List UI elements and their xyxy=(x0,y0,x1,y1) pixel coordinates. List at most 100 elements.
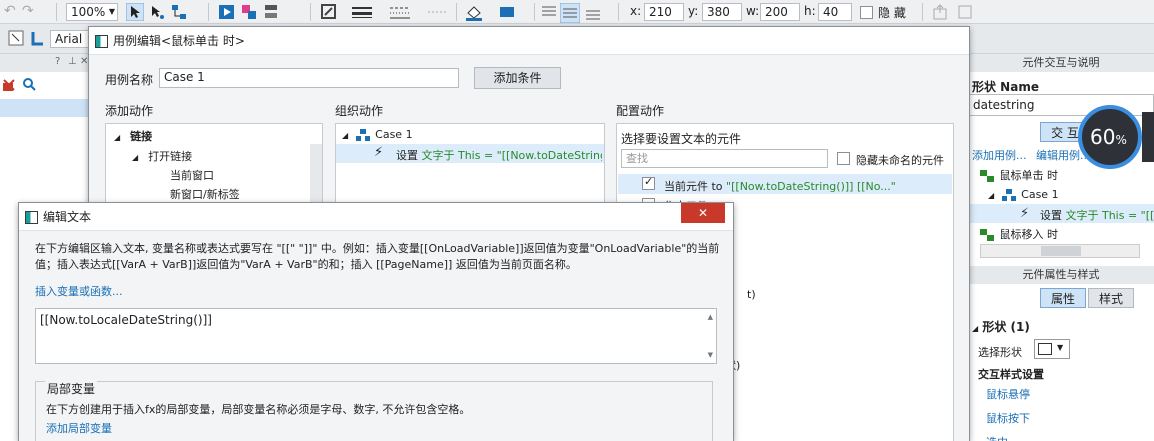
select-mode-icon[interactable] xyxy=(125,2,145,22)
close-button[interactable]: ✕ xyxy=(681,203,725,223)
publish-icon[interactable] xyxy=(240,3,258,21)
add-condition-button[interactable]: 添加条件 xyxy=(474,67,561,89)
right-action-row[interactable]: ⚡ 设置 文字于 This = "[[No xyxy=(968,204,1154,223)
fill-color-icon[interactable] xyxy=(464,3,482,21)
event-click-label: 鼠标单击 时 xyxy=(999,169,1059,182)
style-tab[interactable]: 样式 xyxy=(1088,288,1134,308)
organize-case-row[interactable]: ◢ Case 1 xyxy=(342,128,413,141)
tree-new-window[interactable]: 新窗口/新标签 xyxy=(170,186,240,202)
border-color-icon[interactable] xyxy=(320,3,338,21)
expand-icon: ◢ xyxy=(114,133,121,142)
scroll-up-icon[interactable]: ▲ xyxy=(708,313,713,321)
tree-current-window[interactable]: 当前窗口 xyxy=(170,167,214,183)
align-top-icon[interactable] xyxy=(540,3,558,21)
hover-link[interactable]: 鼠标悬停 xyxy=(986,386,1030,402)
selected-page-row[interactable] xyxy=(0,99,95,117)
scrollbar-thumb[interactable] xyxy=(1041,246,1081,256)
toolbar-separator xyxy=(310,3,311,21)
search-icon[interactable] xyxy=(22,77,36,94)
generate-icon[interactable] xyxy=(262,3,280,21)
w-value: 200 xyxy=(765,5,788,19)
config-action-title: 配置动作 xyxy=(616,104,665,118)
share-icon[interactable] xyxy=(956,3,974,21)
case-name-input[interactable]: Case 1 xyxy=(159,68,459,88)
tree-links[interactable]: ◢ 链接 xyxy=(114,128,152,144)
case-editor-title: 用例编辑<鼠标单击 时> xyxy=(113,34,245,48)
text-edit-icon[interactable] xyxy=(8,30,26,48)
upload-icon[interactable] xyxy=(932,3,950,21)
event-click-row[interactable]: 鼠标单击 时 xyxy=(980,167,1058,183)
scroll-down-icon[interactable]: ▼ xyxy=(708,351,713,359)
properties-tab[interactable]: 属性 xyxy=(1040,288,1086,308)
line-style-icon[interactable] xyxy=(388,3,410,21)
hide-label: 隐 藏 xyxy=(878,6,906,20)
arrow-style-icon[interactable] xyxy=(426,3,446,21)
current-widget-row[interactable]: ✓ 当前元件 to "[[Now.toDateString()]] [[No..… xyxy=(618,174,952,194)
edit-text-instructions: 在下方编辑区输入文本, 变量名称或表达式要写在 "[[" "]]" 中。例如：插… xyxy=(35,242,720,271)
add-case-link[interactable]: 添加用例... xyxy=(972,149,1027,162)
x-input[interactable]: 210 xyxy=(644,3,684,21)
insert-variable-link[interactable]: 插入变量或函数... xyxy=(35,283,123,299)
chevron-down-icon: ▼ xyxy=(108,7,115,16)
shape-section[interactable]: ◢ 形状 (1) xyxy=(972,318,1030,335)
interactions-header: 元件交互与说明 xyxy=(968,54,1154,72)
organize-action-title: 组织动作 xyxy=(335,104,384,118)
y-label: y: xyxy=(688,4,699,18)
line-thickness-icon[interactable] xyxy=(350,3,372,21)
zoom-value: 100% xyxy=(71,5,106,19)
font-family-select[interactable]: Arial xyxy=(50,30,90,48)
align-middle-icon[interactable] xyxy=(559,2,581,24)
event-icon xyxy=(980,170,996,182)
progress-number: 60 xyxy=(1090,125,1116,149)
help-icon[interactable]: ? xyxy=(55,56,60,67)
redo-icon[interactable]: ↷ xyxy=(22,3,40,21)
y-input[interactable]: 380 xyxy=(702,3,742,21)
h-value: 40 xyxy=(823,5,839,19)
delete-icon[interactable] xyxy=(2,78,16,95)
shadow-icon[interactable] xyxy=(498,3,516,21)
zoom-select[interactable]: 100% ▼ xyxy=(66,3,118,21)
undo-icon[interactable]: ↶ xyxy=(4,3,22,21)
pin-icon[interactable]: ⊥ xyxy=(68,56,77,67)
h-input[interactable]: 40 xyxy=(818,3,852,21)
progress-value: 60% xyxy=(1090,125,1127,149)
shape-count: 形状 (1) xyxy=(982,320,1030,334)
hide-checkbox[interactable] xyxy=(860,6,873,19)
mousedown-link[interactable]: 鼠标按下 xyxy=(986,410,1030,426)
tree-open-link[interactable]: ◢ 打开链接 xyxy=(132,148,192,164)
option-fragment-1: t) xyxy=(747,288,756,301)
main-toolbar: ↶ ↷ 100% ▼ x: 210 y: 380 w: 200 h: 40 隐 … xyxy=(0,0,1154,24)
selected-link[interactable]: 选中 xyxy=(986,434,1008,441)
widget-search-input[interactable]: 查找 xyxy=(621,149,828,168)
hide-unnamed-label: 隐藏未命名的元件 xyxy=(856,154,944,167)
shape-name-label: 形状 Name xyxy=(972,80,1039,94)
left-pane-header: ? ⊥ ✕ xyxy=(0,54,95,72)
current-widget-checkbox[interactable]: ✓ xyxy=(642,175,655,190)
add-local-var-link[interactable]: 添加局部变量 xyxy=(46,420,112,436)
progress-badge: 60% xyxy=(1078,105,1142,169)
shape-picker[interactable]: ▼ xyxy=(1034,339,1070,359)
toolbar-separator xyxy=(534,3,535,21)
horizontal-scrollbar[interactable] xyxy=(980,244,1140,258)
event-mouseenter-row[interactable]: 鼠标移入 时 xyxy=(980,226,1058,242)
expand-icon: ◢ xyxy=(972,324,979,333)
align-bottom-icon[interactable] xyxy=(584,3,602,21)
expression-textarea[interactable]: [[Now.toLocaleDateString()]] ▲ ▼ xyxy=(35,308,717,364)
rectangle-shape-icon xyxy=(1038,343,1052,355)
case-links: 添加用例... 编辑用例... xyxy=(972,147,1091,163)
connect-mode-icon[interactable] xyxy=(148,3,166,21)
y-value: 380 xyxy=(707,5,730,19)
chevron-down-icon: ▼ xyxy=(1057,343,1064,352)
progress-unit: % xyxy=(1115,133,1127,147)
preview-icon[interactable] xyxy=(218,3,236,21)
shape-name-value: datestring xyxy=(973,98,1035,112)
style-icon[interactable] xyxy=(30,30,48,48)
connector-tool-icon[interactable] xyxy=(170,3,188,21)
app-icon xyxy=(95,35,108,48)
current-widget-prefix: 当前元件 to xyxy=(664,180,723,193)
w-input[interactable]: 200 xyxy=(760,3,800,21)
organize-action-row[interactable]: ⚡ 设置 文字于 This = "[[Now.toDateString()]] xyxy=(336,144,604,163)
hide-unnamed-checkbox[interactable] xyxy=(837,152,850,165)
right-case-row[interactable]: ◢ Case 1 xyxy=(988,188,1059,201)
tree-open-link-label: 打开链接 xyxy=(148,150,193,163)
